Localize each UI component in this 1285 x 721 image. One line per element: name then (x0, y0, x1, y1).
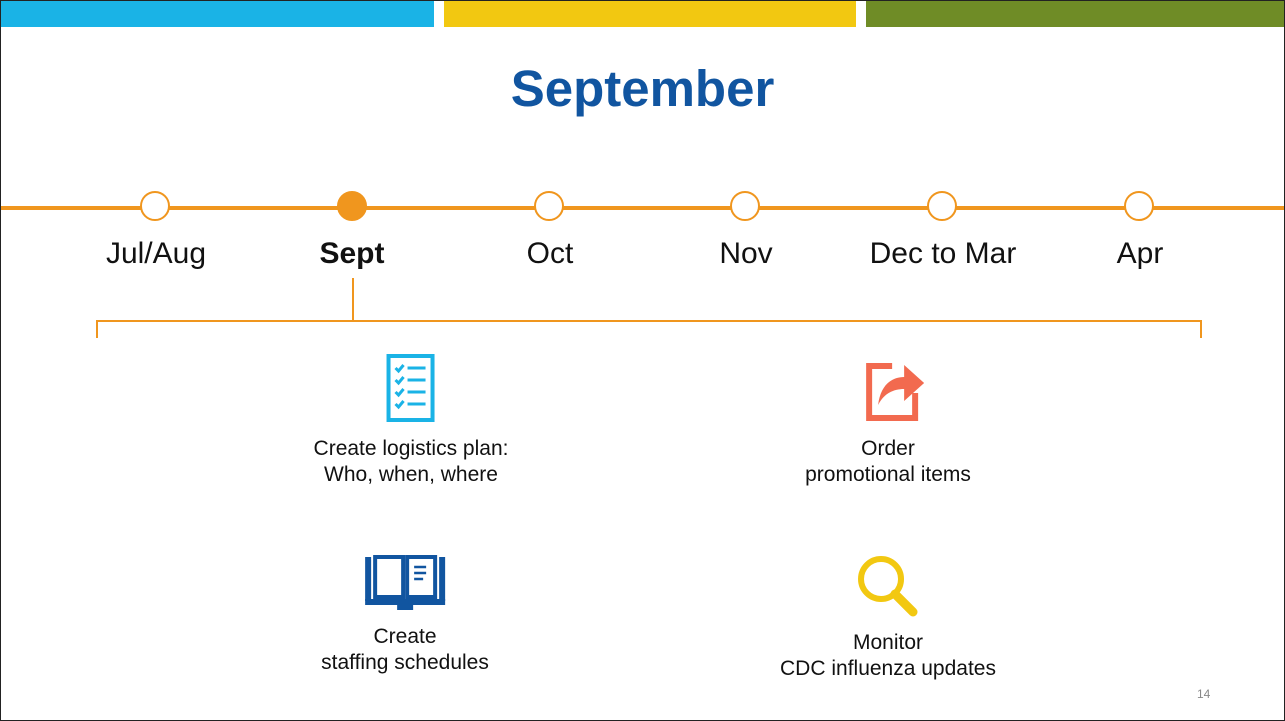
page-number: 14 (1197, 687, 1211, 701)
task-line-2: promotional items (805, 463, 971, 486)
accent-bar-yellow (444, 1, 856, 27)
share-icon (805, 353, 971, 430)
task-line-2: Who, when, where (324, 463, 498, 486)
bracket-line (96, 320, 1202, 322)
timeline-node-sept[interactable] (337, 191, 367, 221)
timeline-node-jul-aug[interactable] (140, 191, 170, 221)
slide-title: September (510, 60, 775, 117)
accent-bar-blue (1, 1, 434, 27)
bracket-right-end (1200, 320, 1202, 338)
accent-bar-green (866, 1, 1284, 27)
month-label-sept: Sept (319, 237, 385, 270)
task-promotional-items: Order promotional items (805, 353, 971, 488)
timeline-node-dec-to-mar[interactable] (927, 191, 957, 221)
task-line-1: Create logistics plan: (313, 437, 509, 460)
task-line-2: staffing schedules (321, 651, 489, 674)
timeline-node-oct[interactable] (534, 191, 564, 221)
month-label-jul-aug: Jul/Aug (105, 237, 207, 270)
search-icon (780, 553, 996, 624)
task-line-1: Monitor (852, 631, 924, 654)
task-monitor-cdc: Monitor CDC influenza updates (780, 553, 996, 682)
month-label-oct: Oct (526, 237, 574, 270)
timeline-node-nov[interactable] (730, 191, 760, 221)
task-staffing-schedules: Create staffing schedules (321, 553, 489, 676)
checklist-icon (314, 353, 509, 430)
task-line-1: Order (861, 437, 915, 460)
task-logistics-plan: Create logistics plan: Who, when, where (313, 353, 509, 488)
task-line-2: CDC influenza updates (780, 657, 996, 680)
timeline-line (1, 206, 1284, 210)
timeline-node-apr[interactable] (1124, 191, 1154, 221)
month-label-nov: Nov (719, 237, 773, 270)
slide: September Jul/Aug Sept Oct Nov Dec to Ma… (0, 0, 1285, 721)
book-icon (321, 553, 489, 618)
bracket-stem (352, 278, 354, 321)
task-line-1: Create (373, 625, 437, 648)
month-label-apr: Apr (1116, 237, 1164, 270)
month-label-dec-to-mar: Dec to Mar (869, 237, 1017, 270)
bracket-left-end (96, 320, 98, 338)
